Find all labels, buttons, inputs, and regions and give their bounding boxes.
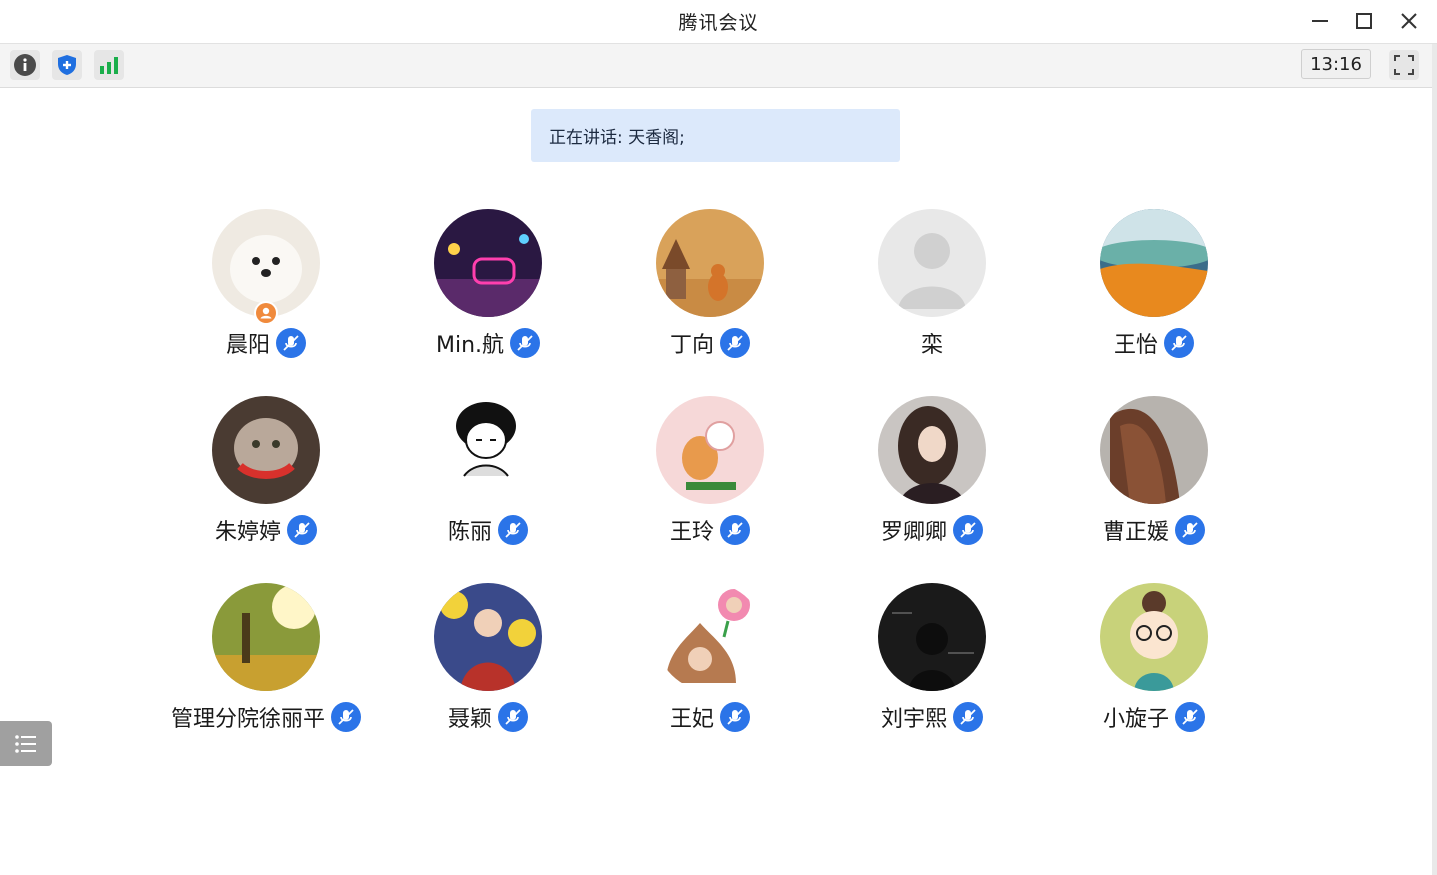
member-list-icon (15, 734, 36, 753)
avatar (1100, 396, 1208, 504)
host-badge (254, 301, 278, 325)
participant-name: 罗卿卿 (880, 520, 947, 545)
minimize-icon (1312, 20, 1328, 22)
participant-name: 管理分院徐丽平 (170, 707, 325, 732)
participant-name-row: Min.航 (377, 327, 599, 359)
mic-muted-icon[interactable] (1164, 328, 1194, 358)
participant-name: 聂颖 (447, 707, 492, 732)
participant-name: 王妃 (669, 707, 714, 732)
participant-name: 陈丽 (447, 520, 492, 545)
participant-name-row: 罗卿卿 (821, 514, 1043, 546)
participant-name-row: 王怡 (1043, 327, 1265, 359)
fullscreen-button[interactable] (1389, 50, 1419, 80)
info-icon (14, 54, 36, 76)
avatar (212, 583, 320, 691)
default-avatar-icon (878, 209, 986, 317)
participant-tile[interactable]: 管理分院徐丽平 (155, 583, 377, 763)
mic-muted-icon[interactable] (276, 328, 306, 358)
mic-muted-icon[interactable] (953, 702, 983, 732)
speaking-text: 正在讲话: 天香阁; (549, 128, 685, 148)
mic-muted-icon[interactable] (720, 328, 750, 358)
avatar (878, 209, 986, 317)
meeting-clock: 13:16 (1301, 49, 1371, 79)
network-status-button[interactable] (94, 50, 124, 80)
mic-muted-icon[interactable] (720, 515, 750, 545)
network-signal-icon (100, 57, 118, 74)
participant-name: 王玲 (669, 520, 714, 545)
participant-name: 朱婷婷 (214, 520, 281, 545)
mic-muted-icon[interactable] (498, 702, 528, 732)
participant-name: Min.航 (435, 333, 505, 358)
participant-tile[interactable]: 陈丽 (377, 396, 599, 576)
participant-tile[interactable]: 聂颖 (377, 583, 599, 763)
avatar (1100, 209, 1208, 317)
avatar (434, 583, 542, 691)
speaking-indicator: 正在讲话: 天香阁; (531, 109, 900, 162)
fullscreen-icon (1394, 55, 1414, 75)
participant-name-row: 陈丽 (377, 514, 599, 546)
participant-tile[interactable]: 晨阳 (155, 209, 377, 389)
participant-name-row: 丁向 (599, 327, 821, 359)
participant-name: 丁向 (669, 333, 714, 358)
host-icon (256, 303, 276, 323)
window-title: 腾讯会议 (678, 12, 759, 34)
window-edge (1432, 44, 1437, 875)
participant-name: 王怡 (1113, 333, 1158, 358)
participant-name: 晨阳 (225, 333, 270, 358)
mic-muted-icon[interactable] (287, 515, 317, 545)
participant-name-row: 曹正媛 (1043, 514, 1265, 546)
mic-muted-icon[interactable] (720, 702, 750, 732)
mic-muted-icon[interactable] (1175, 515, 1205, 545)
participant-name: 小旋子 (1102, 707, 1169, 732)
participant-name-row: 晨阳 (155, 327, 377, 359)
mic-muted-icon[interactable] (1175, 702, 1205, 732)
participant-tile[interactable]: 小旋子 (1043, 583, 1265, 763)
close-icon (1401, 13, 1417, 29)
avatar (1100, 583, 1208, 691)
participant-tile[interactable]: 丁向 (599, 209, 821, 389)
security-button[interactable] (52, 50, 82, 80)
mic-muted-icon[interactable] (953, 515, 983, 545)
security-shield-icon (58, 55, 76, 75)
maximize-icon (1356, 13, 1372, 29)
participant-name-row: 管理分院徐丽平 (155, 701, 377, 733)
mic-muted-icon[interactable] (498, 515, 528, 545)
avatar (434, 396, 542, 504)
title-bar: 腾讯会议 (0, 0, 1437, 44)
minimize-button[interactable] (1303, 6, 1337, 36)
mic-muted-icon[interactable] (510, 328, 541, 358)
avatar (656, 583, 764, 691)
participant-name: 刘宇熙 (880, 707, 947, 732)
participant-name-row: 小旋子 (1043, 701, 1265, 733)
mic-muted-icon[interactable] (331, 702, 361, 732)
participant-name-row: 王妃 (599, 701, 821, 733)
participant-name-row: 王玲 (599, 514, 821, 546)
participant-tile[interactable]: 王玲 (599, 396, 821, 576)
participant-name: 曹正媛 (1102, 520, 1169, 545)
maximize-button[interactable] (1347, 6, 1381, 36)
avatar (656, 396, 764, 504)
participant-name-row: 朱婷婷 (155, 514, 377, 546)
avatar (212, 396, 320, 504)
meeting-toolbar: 13:16 (0, 44, 1437, 88)
participant-name-row: 栾 (821, 327, 1043, 359)
participant-name: 栾 (920, 333, 943, 358)
participant-tile[interactable]: 曹正媛 (1043, 396, 1265, 576)
member-list-button[interactable] (0, 721, 52, 766)
avatar (878, 396, 986, 504)
participant-tile[interactable]: 刘宇熙 (821, 583, 1043, 763)
participant-tile[interactable]: 栾 (821, 209, 1043, 389)
participant-tile[interactable]: 王妃 (599, 583, 821, 763)
participant-tile[interactable]: 王怡 (1043, 209, 1265, 389)
participant-tile[interactable]: Min.航 (377, 209, 599, 389)
close-button[interactable] (1392, 6, 1426, 36)
avatar (434, 209, 542, 317)
participant-name-row: 聂颖 (377, 701, 599, 733)
participant-name-row: 刘宇熙 (821, 701, 1043, 733)
meeting-info-button[interactable] (10, 50, 40, 80)
participant-tile[interactable]: 罗卿卿 (821, 396, 1043, 576)
participant-tile[interactable]: 朱婷婷 (155, 396, 377, 576)
avatar (878, 583, 986, 691)
avatar (656, 209, 764, 317)
